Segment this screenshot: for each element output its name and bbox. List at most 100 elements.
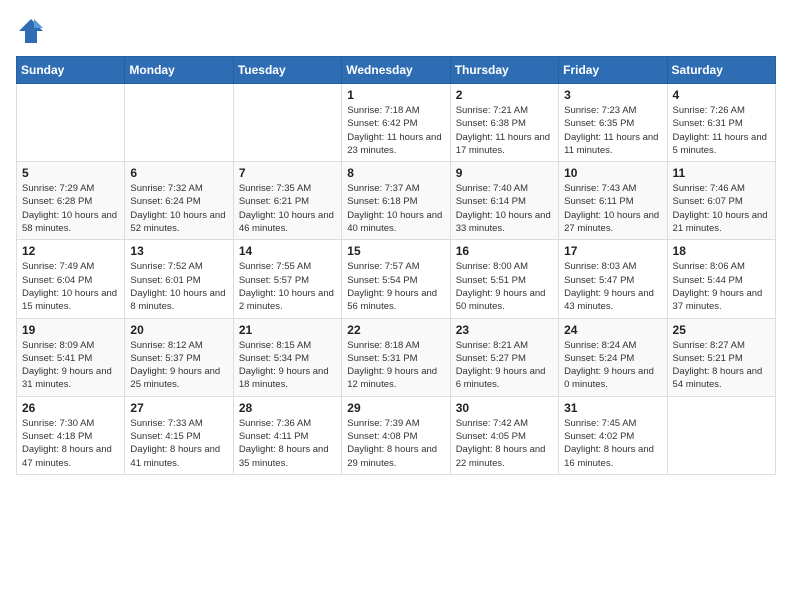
day-number: 13 xyxy=(130,244,227,258)
day-info: Sunrise: 7:35 AMSunset: 6:21 PMDaylight:… xyxy=(239,182,336,235)
day-info: Sunrise: 7:43 AMSunset: 6:11 PMDaylight:… xyxy=(564,182,661,235)
day-info: Sunrise: 7:37 AMSunset: 6:18 PMDaylight:… xyxy=(347,182,444,235)
day-number: 21 xyxy=(239,323,336,337)
page-header xyxy=(16,16,776,46)
day-info: Sunrise: 7:32 AMSunset: 6:24 PMDaylight:… xyxy=(130,182,227,235)
day-info: Sunrise: 7:21 AMSunset: 6:38 PMDaylight:… xyxy=(456,104,553,157)
day-number: 7 xyxy=(239,166,336,180)
weekday-header-wednesday: Wednesday xyxy=(342,57,450,84)
calendar-cell: 31Sunrise: 7:45 AMSunset: 4:02 PMDayligh… xyxy=(559,396,667,474)
day-info: Sunrise: 7:18 AMSunset: 6:42 PMDaylight:… xyxy=(347,104,444,157)
week-row-1: 1 Sunrise: 7:18 AMSunset: 6:42 PMDaylight… xyxy=(17,84,776,162)
weekday-header-monday: Monday xyxy=(125,57,233,84)
day-number: 30 xyxy=(456,401,553,415)
calendar-cell: 13 Sunrise: 7:52 AMSunset: 6:01 PMDayligh… xyxy=(125,240,233,318)
day-info: Sunrise: 7:57 AMSunset: 5:54 PMDaylight:… xyxy=(347,260,444,313)
day-number: 15 xyxy=(347,244,444,258)
day-info: Sunrise: 7:29 AMSunset: 6:28 PMDaylight:… xyxy=(22,182,119,235)
day-info: Sunrise: 7:36 AMSunset: 4:11 PMDaylight:… xyxy=(239,417,336,470)
day-info: Sunrise: 7:55 AMSunset: 5:57 PMDaylight:… xyxy=(239,260,336,313)
week-row-3: 12Sunrise: 7:49 AMSunset: 6:04 PMDayligh… xyxy=(17,240,776,318)
calendar-cell: 15 Sunrise: 7:57 AMSunset: 5:54 PMDayligh… xyxy=(342,240,450,318)
calendar-cell: 4Sunrise: 7:26 AMSunset: 6:31 PMDaylight… xyxy=(667,84,775,162)
day-number: 19 xyxy=(22,323,119,337)
calendar-cell: 5 Sunrise: 7:29 AMSunset: 6:28 PMDaylight… xyxy=(17,162,125,240)
calendar-cell: 22 Sunrise: 8:18 AMSunset: 5:31 PMDayligh… xyxy=(342,318,450,396)
day-number: 5 xyxy=(22,166,119,180)
day-info: Sunrise: 8:18 AMSunset: 5:31 PMDaylight:… xyxy=(347,339,444,392)
calendar-cell: 2 Sunrise: 7:21 AMSunset: 6:38 PMDaylight… xyxy=(450,84,558,162)
calendar-cell: 1 Sunrise: 7:18 AMSunset: 6:42 PMDaylight… xyxy=(342,84,450,162)
day-number: 17 xyxy=(564,244,661,258)
calendar-cell xyxy=(233,84,341,162)
weekday-header-friday: Friday xyxy=(559,57,667,84)
calendar-cell: 3Sunrise: 7:23 AMSunset: 6:35 PMDaylight… xyxy=(559,84,667,162)
calendar-cell: 8 Sunrise: 7:37 AMSunset: 6:18 PMDaylight… xyxy=(342,162,450,240)
logo xyxy=(16,16,50,46)
day-number: 9 xyxy=(456,166,553,180)
day-number: 16 xyxy=(456,244,553,258)
calendar-cell: 17 Sunrise: 8:03 AMSunset: 5:47 PMDayligh… xyxy=(559,240,667,318)
day-info: Sunrise: 8:15 AMSunset: 5:34 PMDaylight:… xyxy=(239,339,336,392)
day-number: 24 xyxy=(564,323,661,337)
calendar-cell: 23Sunrise: 8:21 AMSunset: 5:27 PMDayligh… xyxy=(450,318,558,396)
calendar-cell xyxy=(125,84,233,162)
day-number: 26 xyxy=(22,401,119,415)
day-info: Sunrise: 8:21 AMSunset: 5:27 PMDaylight:… xyxy=(456,339,553,392)
calendar-cell: 25 Sunrise: 8:27 AMSunset: 5:21 PMDayligh… xyxy=(667,318,775,396)
day-number: 28 xyxy=(239,401,336,415)
day-info: Sunrise: 7:30 AMSunset: 4:18 PMDaylight:… xyxy=(22,417,119,470)
week-row-5: 26 Sunrise: 7:30 AMSunset: 4:18 PMDayligh… xyxy=(17,396,776,474)
calendar-cell: 10 Sunrise: 7:43 AMSunset: 6:11 PMDayligh… xyxy=(559,162,667,240)
calendar-cell: 16Sunrise: 8:00 AMSunset: 5:51 PMDayligh… xyxy=(450,240,558,318)
day-info: Sunrise: 8:24 AMSunset: 5:24 PMDaylight:… xyxy=(564,339,661,392)
calendar-cell: 26 Sunrise: 7:30 AMSunset: 4:18 PMDayligh… xyxy=(17,396,125,474)
day-info: Sunrise: 7:40 AMSunset: 6:14 PMDaylight:… xyxy=(456,182,553,235)
day-info: Sunrise: 7:23 AMSunset: 6:35 PMDaylight:… xyxy=(564,104,661,157)
calendar-cell: 20 Sunrise: 8:12 AMSunset: 5:37 PMDayligh… xyxy=(125,318,233,396)
day-info: Sunrise: 7:46 AMSunset: 6:07 PMDaylight:… xyxy=(673,182,770,235)
day-number: 29 xyxy=(347,401,444,415)
week-row-2: 5 Sunrise: 7:29 AMSunset: 6:28 PMDaylight… xyxy=(17,162,776,240)
day-number: 1 xyxy=(347,88,444,102)
calendar-cell: 27 Sunrise: 7:33 AMSunset: 4:15 PMDayligh… xyxy=(125,396,233,474)
calendar-cell: 24 Sunrise: 8:24 AMSunset: 5:24 PMDayligh… xyxy=(559,318,667,396)
day-info: Sunrise: 7:52 AMSunset: 6:01 PMDaylight:… xyxy=(130,260,227,313)
day-info: Sunrise: 7:49 AMSunset: 6:04 PMDaylight:… xyxy=(22,260,119,313)
day-info: Sunrise: 7:33 AMSunset: 4:15 PMDaylight:… xyxy=(130,417,227,470)
day-info: Sunrise: 8:03 AMSunset: 5:47 PMDaylight:… xyxy=(564,260,661,313)
calendar-cell: 28 Sunrise: 7:36 AMSunset: 4:11 PMDayligh… xyxy=(233,396,341,474)
calendar-cell: 6 Sunrise: 7:32 AMSunset: 6:24 PMDaylight… xyxy=(125,162,233,240)
day-number: 10 xyxy=(564,166,661,180)
calendar-cell: 29 Sunrise: 7:39 AMSunset: 4:08 PMDayligh… xyxy=(342,396,450,474)
day-number: 2 xyxy=(456,88,553,102)
day-number: 22 xyxy=(347,323,444,337)
calendar-cell xyxy=(667,396,775,474)
day-number: 6 xyxy=(130,166,227,180)
calendar: SundayMondayTuesdayWednesdayThursdayFrid… xyxy=(16,56,776,475)
logo-icon xyxy=(16,16,46,46)
weekday-header-sunday: Sunday xyxy=(17,57,125,84)
calendar-cell: 9 Sunrise: 7:40 AMSunset: 6:14 PMDaylight… xyxy=(450,162,558,240)
calendar-cell xyxy=(17,84,125,162)
calendar-cell: 18 Sunrise: 8:06 AMSunset: 5:44 PMDayligh… xyxy=(667,240,775,318)
day-number: 20 xyxy=(130,323,227,337)
calendar-cell: 11Sunrise: 7:46 AMSunset: 6:07 PMDayligh… xyxy=(667,162,775,240)
day-number: 25 xyxy=(673,323,770,337)
day-number: 14 xyxy=(239,244,336,258)
day-info: Sunrise: 8:12 AMSunset: 5:37 PMDaylight:… xyxy=(130,339,227,392)
day-number: 4 xyxy=(673,88,770,102)
day-info: Sunrise: 8:06 AMSunset: 5:44 PMDaylight:… xyxy=(673,260,770,313)
weekday-header-tuesday: Tuesday xyxy=(233,57,341,84)
day-number: 27 xyxy=(130,401,227,415)
calendar-cell: 12Sunrise: 7:49 AMSunset: 6:04 PMDayligh… xyxy=(17,240,125,318)
calendar-cell: 14 Sunrise: 7:55 AMSunset: 5:57 PMDayligh… xyxy=(233,240,341,318)
weekday-header-thursday: Thursday xyxy=(450,57,558,84)
week-row-4: 19Sunrise: 8:09 AMSunset: 5:41 PMDayligh… xyxy=(17,318,776,396)
day-number: 18 xyxy=(673,244,770,258)
day-number: 8 xyxy=(347,166,444,180)
day-info: Sunrise: 8:27 AMSunset: 5:21 PMDaylight:… xyxy=(673,339,770,392)
day-info: Sunrise: 7:39 AMSunset: 4:08 PMDaylight:… xyxy=(347,417,444,470)
weekday-header-saturday: Saturday xyxy=(667,57,775,84)
calendar-cell: 7 Sunrise: 7:35 AMSunset: 6:21 PMDaylight… xyxy=(233,162,341,240)
